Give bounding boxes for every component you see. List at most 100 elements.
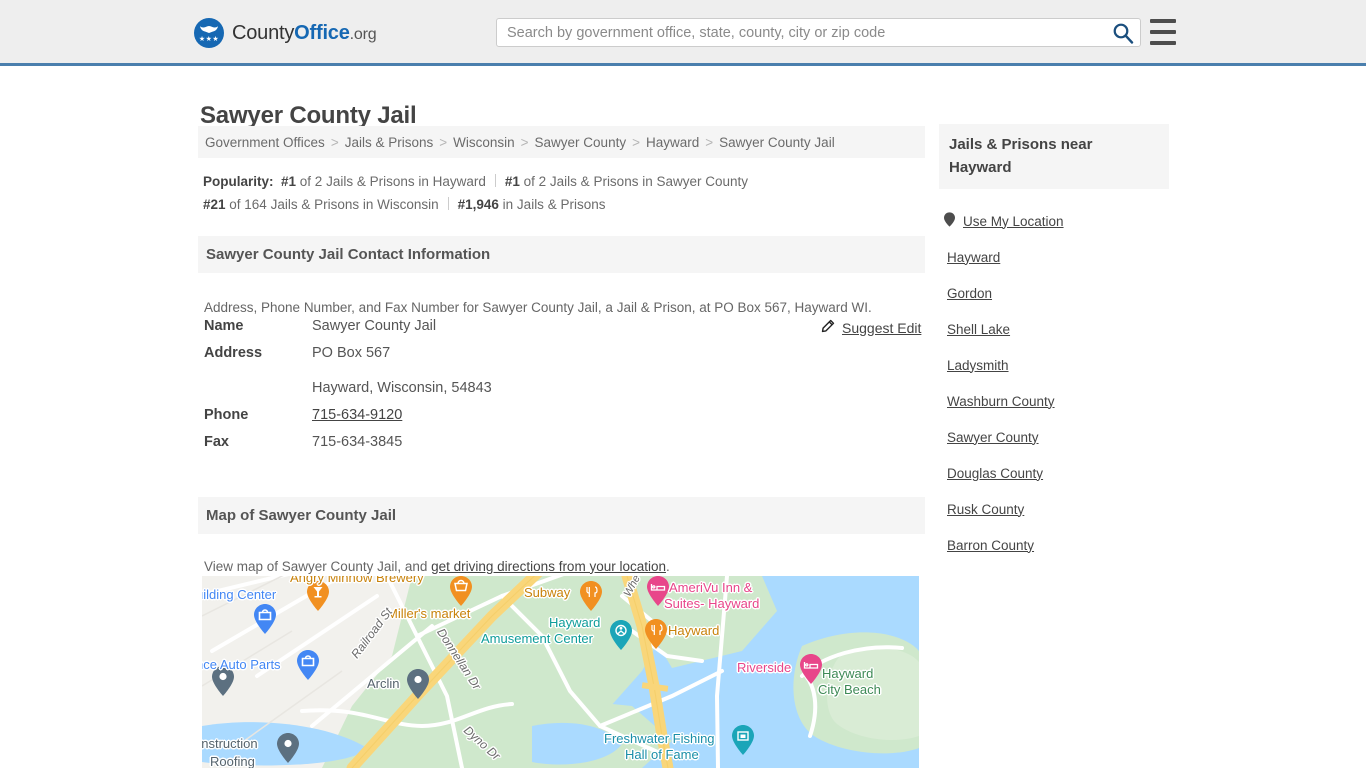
contact-information-heading: Sawyer County Jail Contact Information (198, 236, 925, 273)
brand-part-office: Office (294, 21, 350, 44)
edit-pencil-icon (820, 319, 835, 337)
popularity-rankings: Popularity: #1 of 2 Jails & Prisons in H… (203, 170, 928, 216)
breadcrumb-separator: > (330, 134, 339, 150)
menu-bar-3 (1150, 41, 1176, 45)
menu-bar-1 (1150, 19, 1176, 23)
sidebar-link-4[interactable]: Washburn County (947, 394, 1055, 409)
sidebar-item-douglas-county[interactable]: Douglas County (939, 455, 1169, 491)
search-icon[interactable] (1112, 22, 1134, 44)
popularity-divider (447, 197, 449, 210)
map-section-heading: Map of Sawyer County Jail (198, 497, 925, 534)
popularity-entry-3: #1,946 in Jails & Prisons (457, 197, 606, 212)
map-pin-icon (944, 212, 955, 230)
sidebar-item-washburn-county[interactable]: Washburn County (939, 383, 1169, 419)
breadcrumb-item-1[interactable]: Jails & Prisons (345, 135, 434, 150)
brand-part-tld: .org (349, 25, 377, 43)
sidebar-link-6[interactable]: Douglas County (947, 466, 1043, 481)
map-description-suffix: . (665, 558, 670, 574)
map-embed[interactable]: Angry Minnow Brewery uilding Center Mill… (202, 576, 919, 768)
map-pin-construction-roofing[interactable] (277, 733, 299, 763)
phone-link[interactable]: 715-634-9120 (312, 407, 402, 423)
sidebar-item-rusk-county[interactable]: Rusk County (939, 491, 1169, 527)
popularity-rank-0: #1 (281, 174, 297, 189)
suggest-edit-button[interactable]: Suggest Edit (820, 319, 921, 337)
popularity-rank-1: #1 (504, 174, 520, 189)
contact-value-1-line2: Hayward, Wisconsin, 54843 (312, 380, 492, 396)
map-pin-angry-minnow[interactable] (307, 581, 329, 611)
map-pin-hayward-restaurant[interactable] (645, 619, 667, 649)
sidebar-link-3[interactable]: Ladysmith (947, 358, 1009, 373)
popularity-label: Popularity: (203, 174, 282, 189)
popularity-rank-3: #1,946 (457, 197, 499, 212)
sidebar-heading: Jails & Prisons near Hayward (939, 124, 1169, 189)
search-input[interactable] (497, 19, 1107, 46)
contact-row-phone: Phone 715-634-9120 (204, 407, 764, 434)
sidebar-item-barron-county[interactable]: Barron County (939, 527, 1169, 563)
sidebar-item-gordon[interactable]: Gordon (939, 275, 1169, 311)
breadcrumb-separator: > (632, 134, 640, 150)
breadcrumb-item-3[interactable]: Sawyer County (535, 135, 627, 150)
breadcrumb-item-0[interactable]: Government Offices (205, 135, 325, 150)
sidebar-item-sawyer-county[interactable]: Sawyer County (939, 419, 1169, 455)
sidebar-item-shell-lake[interactable]: Shell Lake (939, 311, 1169, 347)
contact-label-3: Fax (204, 434, 229, 450)
contact-value-0: Sawyer County Jail (312, 318, 437, 334)
map-pin-amerivu-inn[interactable] (647, 576, 669, 606)
breadcrumb-separator: > (705, 134, 714, 150)
site-logo-link[interactable]: ★★★ CountyOffice.org (194, 18, 377, 48)
contact-label-2: Phone (204, 407, 249, 423)
contact-row-address: Address PO Box 567 Hayward, Wisconsin, 548… (204, 345, 764, 407)
map-pin-generic-west[interactable] (212, 666, 234, 696)
sidebar-link-1[interactable]: Gordon (947, 286, 992, 301)
search-bar (496, 18, 1141, 47)
driving-directions-link[interactable]: get driving directions from your locatio… (431, 559, 666, 574)
suggest-edit-label: Suggest Edit (842, 320, 922, 336)
map-pin-building-center[interactable] (254, 604, 276, 634)
popularity-entry-0: #1 of 2 Jails & Prisons in Hayward (281, 174, 486, 189)
map-pin-millers-market[interactable] (450, 576, 472, 606)
contact-label-0: Name (204, 318, 244, 334)
contact-value-1: PO Box 567 Hayward, Wisconsin, 54843 (312, 345, 492, 396)
sidebar-item-use-my-location[interactable]: Use My Location (939, 203, 1169, 239)
map-pin-arclin[interactable] (407, 669, 429, 699)
map-pin-freshwater-fishing-hall-of-fame[interactable] (732, 725, 754, 755)
sidebar-link-7[interactable]: Rusk County (947, 502, 1024, 517)
contact-value-2[interactable]: 715-634-9120 (312, 407, 764, 434)
site-header: ★★★ CountyOffice.org (0, 0, 1366, 66)
map-description-prefix: View map of Sawyer County Jail, and (204, 558, 432, 574)
map-description: View map of Sawyer County Jail, and get … (204, 559, 670, 574)
contact-description: Address, Phone Number, and Fax Number fo… (204, 299, 872, 315)
sidebar-link-0[interactable]: Hayward (947, 250, 1000, 265)
contact-row-name: Name Sawyer County Jail (204, 318, 764, 345)
breadcrumb-separator: > (520, 134, 529, 150)
contact-row-fax: Fax 715-634-3845 (204, 434, 764, 461)
hamburger-menu-icon[interactable] (1150, 19, 1176, 45)
breadcrumb-separator: > (439, 134, 448, 150)
contact-table-body: Name Sawyer County Jail Address PO Box 567 H… (204, 318, 764, 461)
breadcrumb-item-2[interactable]: Wisconsin (453, 135, 515, 150)
sidebar-item-hayward[interactable]: Hayward (939, 239, 1169, 275)
use-my-location-link[interactable]: Use My Location (963, 214, 1064, 229)
sidebar-links-list: Use My Location Hayward Gordon Shell Lake L… (939, 203, 1169, 563)
logo-stars: ★★★ (198, 36, 220, 43)
breadcrumb-item-4[interactable]: Hayward (646, 135, 699, 150)
sidebar: Jails & Prisons near Hayward Use My Loca… (939, 124, 1169, 563)
contact-value-3: 715-634-3845 (312, 434, 403, 450)
sidebar-link-8[interactable]: Barron County (947, 538, 1034, 553)
sidebar-link-2[interactable]: Shell Lake (947, 322, 1010, 337)
menu-bar-2 (1150, 30, 1176, 34)
sidebar-item-ladysmith[interactable]: Ladysmith (939, 347, 1169, 383)
map-pin-subway[interactable] (580, 581, 602, 611)
popularity-rank-2: #21 (203, 197, 226, 212)
map-pin-hayward-amusement-center[interactable] (610, 620, 632, 650)
breadcrumb-item-5: Sawyer County Jail (719, 134, 835, 150)
contact-label-1: Address (204, 345, 263, 361)
site-logo-text: CountyOffice.org (232, 21, 377, 45)
map-pin-riverside[interactable] (800, 654, 822, 684)
map-pin-advance-auto-parts[interactable] (297, 650, 319, 680)
sidebar-link-5[interactable]: Sawyer County (947, 430, 1039, 445)
brand-part-county: County (232, 21, 295, 44)
popularity-entry-1: #1 of 2 Jails & Prisons in Sawyer County (504, 174, 749, 189)
breadcrumb: Government Offices > Jails & Prisons > Wisco… (198, 126, 925, 158)
popularity-entry-2: #21 of 164 Jails & Prisons in Wisconsin (203, 197, 439, 212)
